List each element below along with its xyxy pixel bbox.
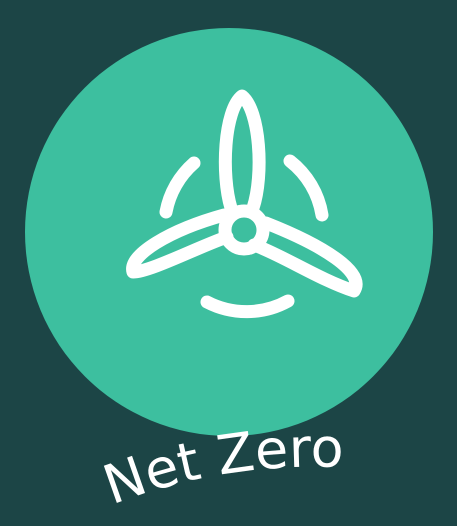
- caption-area: Net Zero: [95, 416, 344, 517]
- badge-caption: Net Zero: [95, 416, 344, 517]
